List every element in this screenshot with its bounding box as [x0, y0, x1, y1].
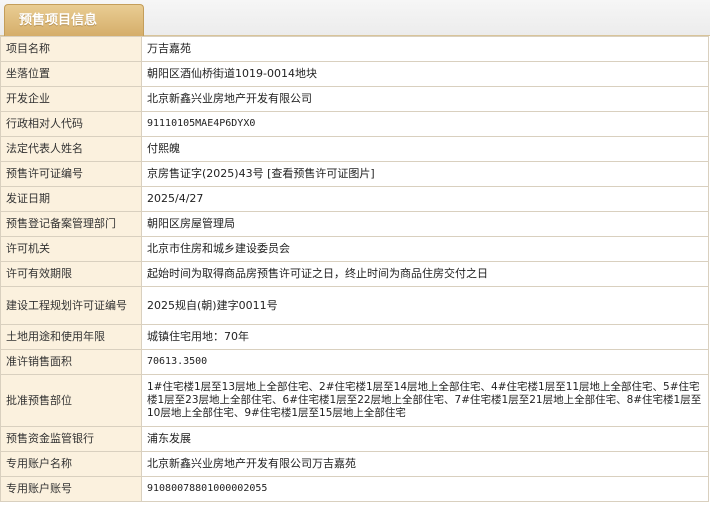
label-land-use: 土地用途和使用年限 — [0, 324, 142, 350]
row-sale-area: 准许销售面积 70613.3500 — [0, 349, 709, 375]
value-developer: 北京新鑫兴业房地产开发有限公司 — [141, 86, 709, 112]
label-project-name: 项目名称 — [0, 36, 142, 62]
row-issue-date: 发证日期 2025/4/27 — [0, 186, 709, 212]
permit-number-text: 京房售证字(2025)43号 — [147, 167, 264, 180]
label-validity: 许可有效期限 — [0, 261, 142, 287]
tab-presale-project-info[interactable]: 预售项目信息 — [4, 4, 144, 36]
value-permit-number: 京房售证字(2025)43号 [查看预售许可证图片] — [141, 161, 709, 187]
presale-info-table: 项目名称 万吉嘉苑 坐落位置 朝阳区酒仙桥街道1019-0014地块 开发企业 … — [0, 36, 709, 502]
label-supervision-bank: 预售资金监管银行 — [0, 426, 142, 452]
row-supervision-bank: 预售资金监管银行 浦东发展 — [0, 426, 709, 452]
label-account-number: 专用账户账号 — [0, 476, 142, 502]
row-account-number: 专用账户账号 91080078801000002055 — [0, 476, 709, 502]
label-licensing-authority: 许可机关 — [0, 236, 142, 262]
row-permit-number: 预售许可证编号 京房售证字(2025)43号 [查看预售许可证图片] — [0, 161, 709, 187]
value-land-use: 城镇住宅用地：70年 — [141, 324, 709, 350]
row-land-use: 土地用途和使用年限 城镇住宅用地：70年 — [0, 324, 709, 350]
view-permit-image-link[interactable]: [查看预售许可证图片] — [267, 167, 375, 180]
value-sale-area: 70613.3500 — [141, 349, 709, 375]
value-supervision-bank: 浦东发展 — [141, 426, 709, 452]
label-approved-parts: 批准预售部位 — [0, 374, 142, 427]
row-credit-code: 行政相对人代码 91110105MAE4P6DYX0 — [0, 111, 709, 137]
label-location: 坐落位置 — [0, 61, 142, 87]
value-issue-date: 2025/4/27 — [141, 186, 709, 212]
row-approved-parts: 批准预售部位 1#住宅楼1层至13层地上全部住宅、2#住宅楼1层至14层地上全部… — [0, 374, 709, 427]
value-project-name: 万吉嘉苑 — [141, 36, 709, 62]
label-legal-rep: 法定代表人姓名 — [0, 136, 142, 162]
label-registry-dept: 预售登记备案管理部门 — [0, 211, 142, 237]
label-credit-code: 行政相对人代码 — [0, 111, 142, 137]
row-account-name: 专用账户名称 北京新鑫兴业房地产开发有限公司万吉嘉苑 — [0, 451, 709, 477]
row-planning-permit: 建设工程规划许可证编号 2025规自(朝)建字0011号 — [0, 286, 709, 325]
value-validity: 起始时间为取得商品房预售许可证之日，终止时间为商品住房交付之日 — [141, 261, 709, 287]
label-developer: 开发企业 — [0, 86, 142, 112]
row-developer: 开发企业 北京新鑫兴业房地产开发有限公司 — [0, 86, 709, 112]
row-legal-rep: 法定代表人姓名 付熙魄 — [0, 136, 709, 162]
presale-info-panel: 预售项目信息 项目名称 万吉嘉苑 坐落位置 朝阳区酒仙桥街道1019-0014地… — [0, 0, 710, 506]
value-legal-rep: 付熙魄 — [141, 136, 709, 162]
value-account-number: 91080078801000002055 — [141, 476, 709, 502]
label-issue-date: 发证日期 — [0, 186, 142, 212]
value-account-name: 北京新鑫兴业房地产开发有限公司万吉嘉苑 — [141, 451, 709, 477]
row-registry-dept: 预售登记备案管理部门 朝阳区房屋管理局 — [0, 211, 709, 237]
row-project-name: 项目名称 万吉嘉苑 — [0, 36, 709, 62]
row-licensing-authority: 许可机关 北京市住房和城乡建设委员会 — [0, 236, 709, 262]
tab-bar: 预售项目信息 — [0, 0, 710, 36]
label-sale-area: 准许销售面积 — [0, 349, 142, 375]
label-account-name: 专用账户名称 — [0, 451, 142, 477]
label-permit-number: 预售许可证编号 — [0, 161, 142, 187]
value-registry-dept: 朝阳区房屋管理局 — [141, 211, 709, 237]
value-credit-code: 91110105MAE4P6DYX0 — [141, 111, 709, 137]
value-planning-permit: 2025规自(朝)建字0011号 — [141, 286, 709, 325]
value-location: 朝阳区酒仙桥街道1019-0014地块 — [141, 61, 709, 87]
row-location: 坐落位置 朝阳区酒仙桥街道1019-0014地块 — [0, 61, 709, 87]
row-validity: 许可有效期限 起始时间为取得商品房预售许可证之日，终止时间为商品住房交付之日 — [0, 261, 709, 287]
label-planning-permit: 建设工程规划许可证编号 — [0, 286, 142, 325]
value-approved-parts: 1#住宅楼1层至13层地上全部住宅、2#住宅楼1层至14层地上全部住宅、4#住宅… — [141, 374, 709, 427]
value-licensing-authority: 北京市住房和城乡建设委员会 — [141, 236, 709, 262]
